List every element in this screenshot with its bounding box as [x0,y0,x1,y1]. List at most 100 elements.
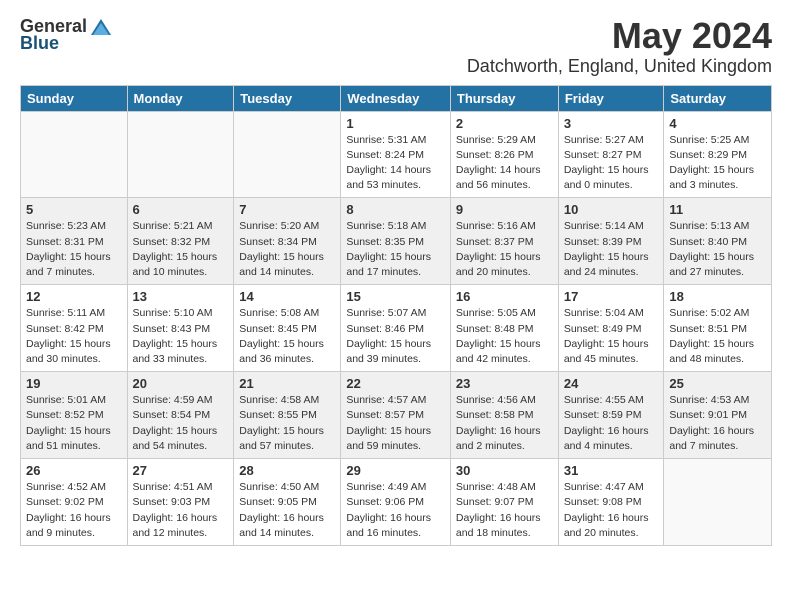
calendar-week-row: 26Sunrise: 4:52 AMSunset: 9:02 PMDayligh… [21,459,772,546]
day-number: 2 [456,116,553,131]
day-info: Sunrise: 4:51 AMSunset: 9:03 PMDaylight:… [133,480,229,541]
table-row: 17 Sunrise: 5:04 AMSunset: 8:49 PMDayligh… [558,285,664,372]
day-number: 10 [564,202,659,217]
table-row: 2 Sunrise: 5:29 AMSunset: 8:26 PMDaylight… [450,111,558,198]
table-row: 30 Sunrise: 4:48 AMSunset: 9:07 PMDayligh… [450,459,558,546]
table-row: 1Sunrise: 5:31 AMSunset: 8:24 PMDaylight… [341,111,451,198]
calendar-header-row: Sunday Monday Tuesday Wednesday Thursday… [21,85,772,111]
day-info: Sunrise: 5:07 AMSunset: 8:46 PMDaylight:… [346,306,445,367]
day-info: Sunrise: 4:53 AMSunset: 9:01 PMDaylight:… [669,393,766,454]
day-number: 25 [669,376,766,391]
day-info: Sunrise: 4:57 AMSunset: 8:57 PMDaylight:… [346,393,445,454]
day-number: 4 [669,116,766,131]
day-info: Sunrise: 4:59 AMSunset: 8:54 PMDaylight:… [133,393,229,454]
day-number: 28 [239,463,335,478]
table-row: 26Sunrise: 4:52 AMSunset: 9:02 PMDayligh… [21,459,128,546]
table-row: 12Sunrise: 5:11 AMSunset: 8:42 PMDayligh… [21,285,128,372]
day-number: 5 [26,202,122,217]
day-number: 3 [564,116,659,131]
day-number: 23 [456,376,553,391]
day-info: Sunrise: 4:49 AMSunset: 9:06 PMDaylight:… [346,480,445,541]
table-row: 28 Sunrise: 4:50 AMSunset: 9:05 PMDayligh… [234,459,341,546]
day-info: Sunrise: 5:18 AMSunset: 8:35 PMDaylight:… [346,219,445,280]
day-info: Sunrise: 4:56 AMSunset: 8:58 PMDaylight:… [456,393,553,454]
table-row: 19 Sunrise: 5:01 AMSunset: 8:52 PMDayligh… [21,372,128,459]
day-number: 16 [456,289,553,304]
day-number: 7 [239,202,335,217]
header-thursday: Thursday [450,85,558,111]
day-info: Sunrise: 5:14 AMSunset: 8:39 PMDaylight:… [564,219,659,280]
table-row: 4 Sunrise: 5:25 AMSunset: 8:29 PMDaylight… [664,111,772,198]
day-number: 14 [239,289,335,304]
table-row: 6 Sunrise: 5:21 AMSunset: 8:32 PMDaylight… [127,198,234,285]
day-info: Sunrise: 5:05 AMSunset: 8:48 PMDaylight:… [456,306,553,367]
table-row: 31Sunrise: 4:47 AMSunset: 9:08 PMDayligh… [558,459,664,546]
table-row [127,111,234,198]
table-row: 3 Sunrise: 5:27 AMSunset: 8:27 PMDaylight… [558,111,664,198]
day-number: 17 [564,289,659,304]
day-info: Sunrise: 5:23 AMSunset: 8:31 PMDaylight:… [26,219,122,280]
day-number: 29 [346,463,445,478]
table-row [234,111,341,198]
table-row: 25 Sunrise: 4:53 AMSunset: 9:01 PMDayligh… [664,372,772,459]
header-wednesday: Wednesday [341,85,451,111]
day-info: Sunrise: 4:58 AMSunset: 8:55 PMDaylight:… [239,393,335,454]
header-sunday: Sunday [21,85,128,111]
header-tuesday: Tuesday [234,85,341,111]
table-row: 8Sunrise: 5:18 AMSunset: 8:35 PMDaylight… [341,198,451,285]
table-row: 15 Sunrise: 5:07 AMSunset: 8:46 PMDayligh… [341,285,451,372]
table-row: 24Sunrise: 4:55 AMSunset: 8:59 PMDayligh… [558,372,664,459]
day-info: Sunrise: 5:31 AMSunset: 8:24 PMDaylight:… [346,133,445,194]
table-row: 10 Sunrise: 5:14 AMSunset: 8:39 PMDayligh… [558,198,664,285]
logo: General Blue [20,16,113,54]
table-row: 16 Sunrise: 5:05 AMSunset: 8:48 PMDayligh… [450,285,558,372]
table-row: 22 Sunrise: 4:57 AMSunset: 8:57 PMDayligh… [341,372,451,459]
day-number: 30 [456,463,553,478]
day-info: Sunrise: 5:27 AMSunset: 8:27 PMDaylight:… [564,133,659,194]
calendar-week-row: 19 Sunrise: 5:01 AMSunset: 8:52 PMDayligh… [21,372,772,459]
table-row: 5 Sunrise: 5:23 AMSunset: 8:31 PMDaylight… [21,198,128,285]
day-info: Sunrise: 4:50 AMSunset: 9:05 PMDaylight:… [239,480,335,541]
calendar-week-row: 1Sunrise: 5:31 AMSunset: 8:24 PMDaylight… [21,111,772,198]
day-info: Sunrise: 5:16 AMSunset: 8:37 PMDaylight:… [456,219,553,280]
table-row: 18 Sunrise: 5:02 AMSunset: 8:51 PMDayligh… [664,285,772,372]
day-number: 11 [669,202,766,217]
day-number: 22 [346,376,445,391]
day-info: Sunrise: 5:21 AMSunset: 8:32 PMDaylight:… [133,219,229,280]
calendar-table: Sunday Monday Tuesday Wednesday Thursday… [20,85,772,546]
day-number: 27 [133,463,229,478]
day-info: Sunrise: 4:47 AMSunset: 9:08 PMDaylight:… [564,480,659,541]
title-section: May 2024 Datchworth, England, United Kin… [467,16,772,77]
calendar-week-row: 12Sunrise: 5:11 AMSunset: 8:42 PMDayligh… [21,285,772,372]
table-row: 13 Sunrise: 5:10 AMSunset: 8:43 PMDayligh… [127,285,234,372]
table-row: 23 Sunrise: 4:56 AMSunset: 8:58 PMDayligh… [450,372,558,459]
day-info: Sunrise: 5:01 AMSunset: 8:52 PMDaylight:… [26,393,122,454]
day-number: 15 [346,289,445,304]
day-info: Sunrise: 5:02 AMSunset: 8:51 PMDaylight:… [669,306,766,367]
day-info: Sunrise: 4:55 AMSunset: 8:59 PMDaylight:… [564,393,659,454]
day-info: Sunrise: 5:25 AMSunset: 8:29 PMDaylight:… [669,133,766,194]
table-row: 27 Sunrise: 4:51 AMSunset: 9:03 PMDayligh… [127,459,234,546]
month-title: May 2024 [467,16,772,56]
day-info: Sunrise: 5:04 AMSunset: 8:49 PMDaylight:… [564,306,659,367]
day-info: Sunrise: 4:48 AMSunset: 9:07 PMDaylight:… [456,480,553,541]
day-number: 12 [26,289,122,304]
table-row: 7Sunrise: 5:20 AMSunset: 8:34 PMDaylight… [234,198,341,285]
day-number: 13 [133,289,229,304]
calendar-week-row: 5 Sunrise: 5:23 AMSunset: 8:31 PMDaylight… [21,198,772,285]
table-row: 21 Sunrise: 4:58 AMSunset: 8:55 PMDayligh… [234,372,341,459]
day-number: 26 [26,463,122,478]
page-container: General Blue May 2024 Datchworth, Englan… [0,0,792,562]
day-number: 18 [669,289,766,304]
table-row: 20Sunrise: 4:59 AMSunset: 8:54 PMDayligh… [127,372,234,459]
table-row: 29 Sunrise: 4:49 AMSunset: 9:06 PMDayligh… [341,459,451,546]
day-info: Sunrise: 5:13 AMSunset: 8:40 PMDaylight:… [669,219,766,280]
day-number: 21 [239,376,335,391]
day-info: Sunrise: 5:29 AMSunset: 8:26 PMDaylight:… [456,133,553,194]
day-number: 6 [133,202,229,217]
table-row: 9Sunrise: 5:16 AMSunset: 8:37 PMDaylight… [450,198,558,285]
header-saturday: Saturday [664,85,772,111]
day-number: 19 [26,376,122,391]
location: Datchworth, England, United Kingdom [467,56,772,77]
day-info: Sunrise: 5:10 AMSunset: 8:43 PMDaylight:… [133,306,229,367]
